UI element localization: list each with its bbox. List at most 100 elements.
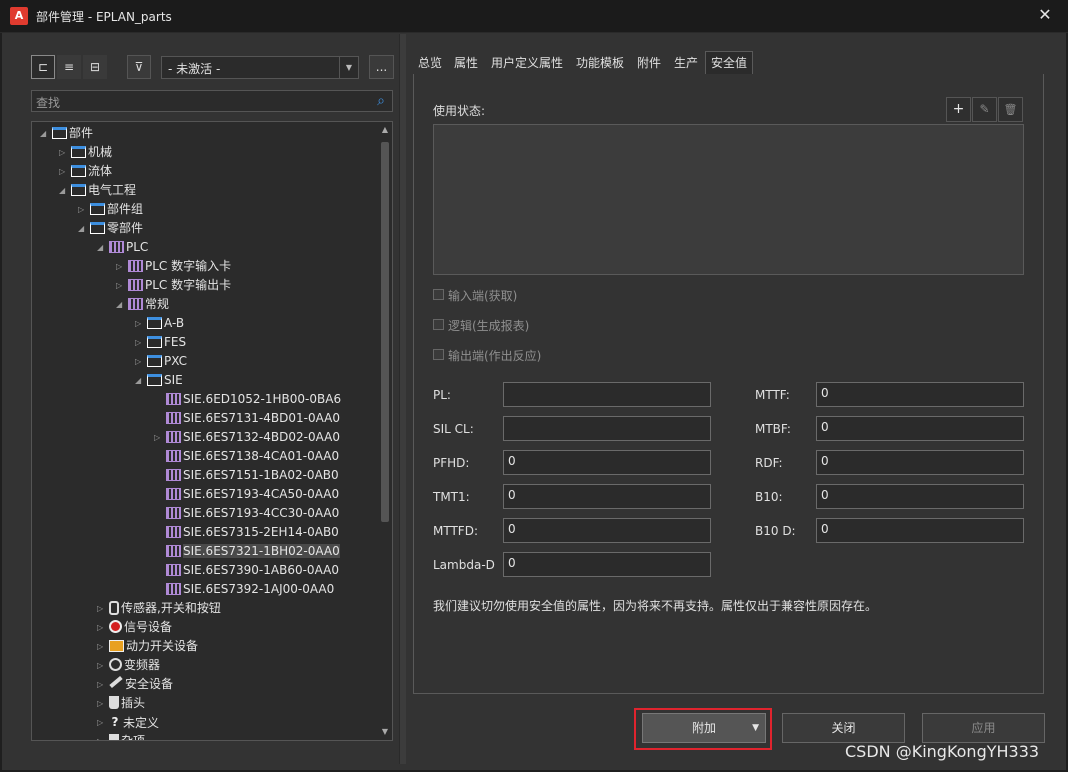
tree-node[interactable]: ▷ PXC xyxy=(135,352,187,371)
tree-node[interactable]: ▷ 传感器,开关和按钮 xyxy=(97,599,221,618)
expand-arrow-icon[interactable]: ▷ xyxy=(59,143,69,162)
collapse-arrow-icon[interactable]: ◢ xyxy=(97,238,107,257)
tree-node[interactable]: SIE.6ED1052-1HB00-0BA6 xyxy=(154,390,341,409)
tab-overview[interactable]: 总览 xyxy=(418,52,442,74)
b10d-field[interactable]: 0 xyxy=(816,518,1024,543)
expand-arrow-icon[interactable]: ▷ xyxy=(78,200,88,219)
parts-tree[interactable]: ◢ 部件 ▷ 机械 ▷ 流体 ◢ 电气工程 ▷ 部件组 ◢ 零部件 ◢ PLC ▷ PLC 数字输入卡 ▷ PLC… xyxy=(31,121,393,741)
input-checkbox[interactable]: 输入端(获取) xyxy=(433,287,733,303)
tree-node[interactable]: ◢ SIE xyxy=(135,371,183,390)
tree-node[interactable]: ▷ A-B xyxy=(135,314,184,333)
mttfd-field[interactable]: 0 xyxy=(503,518,711,543)
silcl-field[interactable] xyxy=(503,416,711,441)
expand-arrow-icon[interactable]: ▷ xyxy=(97,618,107,637)
expand-arrow-icon[interactable]: ▷ xyxy=(154,428,164,447)
tab-properties[interactable]: 属性 xyxy=(454,52,478,74)
tree-node[interactable]: ◢ 部件 xyxy=(40,124,93,143)
tab-function-templates[interactable]: 功能模板 xyxy=(576,52,624,74)
tab-attachments[interactable]: 附件 xyxy=(637,52,661,74)
pfhd-field[interactable]: 0 xyxy=(503,450,711,475)
tab-user-properties[interactable]: 用户定义属性 xyxy=(491,52,563,74)
panel-splitter[interactable] xyxy=(399,34,406,764)
search-icon[interactable]: ⌕ xyxy=(372,92,390,110)
search-input[interactable]: 查找 ⌕ xyxy=(31,90,393,112)
attach-button[interactable]: 附加 ▼ xyxy=(642,713,766,743)
mttf-field[interactable]: 0 xyxy=(816,382,1024,407)
collapse-arrow-icon[interactable]: ◢ xyxy=(116,295,126,314)
apply-button[interactable]: 应用 xyxy=(922,713,1045,743)
expand-arrow-icon[interactable]: ▷ xyxy=(97,599,107,618)
expand-arrow-icon[interactable]: ▷ xyxy=(97,675,107,694)
tree-scrollbar[interactable]: ▲ ▼ xyxy=(379,124,391,738)
tree-node[interactable]: ▷ PLC 数字输出卡 xyxy=(116,276,231,295)
expand-arrow-icon[interactable]: ▷ xyxy=(97,732,107,740)
expand-arrow-icon[interactable]: ▷ xyxy=(135,352,145,371)
tree-node[interactable]: ▷ 变频器 xyxy=(97,656,160,675)
tree-node[interactable]: ▷ 动力开关设备 xyxy=(97,637,198,656)
tree-node[interactable]: SIE.6ES7193-4CA50-0AA0 xyxy=(154,485,339,504)
collapse-arrow-icon[interactable]: ◢ xyxy=(40,124,50,143)
rdf-field[interactable]: 0 xyxy=(816,450,1024,475)
tree-node[interactable]: ▷ 机械 xyxy=(59,143,112,162)
tree-node[interactable]: ◢ PLC xyxy=(97,238,148,257)
tree-node[interactable]: ▷ 信号设备 xyxy=(97,618,172,637)
collapse-arrow-icon[interactable]: ◢ xyxy=(135,371,145,390)
chevron-down-icon[interactable]: ▼ xyxy=(339,57,358,78)
tab-safety-values[interactable]: 安全值 xyxy=(705,51,754,74)
scroll-thumb[interactable] xyxy=(381,142,389,522)
tree-node[interactable]: ▷ 部件组 xyxy=(78,200,143,219)
filter-select[interactable]: - 未激活 - ▼ xyxy=(161,56,359,79)
output-checkbox[interactable]: 输出端(作出反应) xyxy=(433,347,733,363)
checkbox-box[interactable] xyxy=(433,349,444,360)
tree-node[interactable]: SIE.6ES7392-1AJ00-0AA0 xyxy=(154,580,334,599)
edit-icon[interactable]: ✎ xyxy=(972,97,997,122)
pl-field[interactable] xyxy=(503,382,711,407)
tree-node[interactable]: ▷ 杂项 xyxy=(97,732,145,740)
close-window-button[interactable]: ✕ xyxy=(1030,2,1060,28)
tree-node[interactable]: ▷ SIE.6ES7132-4BD02-0AA0 xyxy=(154,428,340,447)
b10-field[interactable]: 0 xyxy=(816,484,1024,509)
tree-node[interactable]: SIE.6ES7151-1BA02-0AB0 xyxy=(154,466,339,485)
expand-arrow-icon[interactable]: ▷ xyxy=(97,694,107,713)
tree-node[interactable]: ▷ FES xyxy=(135,333,186,352)
tree-node[interactable]: ◢ 常规 xyxy=(116,295,169,314)
scroll-down-icon[interactable]: ▼ xyxy=(379,726,391,738)
tree-view-button[interactable]: ⊏ xyxy=(31,55,55,79)
add-icon[interactable]: + xyxy=(946,97,971,122)
checkbox-box[interactable] xyxy=(433,319,444,330)
tmt1-field[interactable]: 0 xyxy=(503,484,711,509)
tree-node[interactable]: ▷ PLC 数字输入卡 xyxy=(116,257,231,276)
expand-arrow-icon[interactable]: ▷ xyxy=(59,162,69,181)
expand-arrow-icon[interactable]: ▷ xyxy=(97,713,107,732)
dropdown-arrow-icon[interactable]: ▼ xyxy=(752,714,759,742)
usage-state-list[interactable] xyxy=(433,124,1024,275)
expand-arrow-icon[interactable]: ▷ xyxy=(116,276,126,295)
logic-checkbox[interactable]: 逻辑(生成报表) xyxy=(433,317,733,333)
tree-node[interactable]: ▷ 流体 xyxy=(59,162,112,181)
more-options-button[interactable]: ... xyxy=(369,55,394,79)
collapse-arrow-icon[interactable]: ◢ xyxy=(78,219,88,238)
tree-node[interactable]: ▷ 安全设备 xyxy=(97,675,173,694)
delete-icon[interactable]: 🗑 xyxy=(998,97,1023,122)
list-view-button[interactable]: ≡ xyxy=(57,55,81,79)
mtbf-field[interactable]: 0 xyxy=(816,416,1024,441)
tab-production[interactable]: 生产 xyxy=(674,52,698,74)
filter-icon[interactable]: ⊽ xyxy=(127,55,151,79)
expand-arrow-icon[interactable]: ▷ xyxy=(97,637,107,656)
scroll-up-icon[interactable]: ▲ xyxy=(379,124,391,136)
checkbox-box[interactable] xyxy=(433,289,444,300)
expand-arrow-icon[interactable]: ▷ xyxy=(116,257,126,276)
tree-node[interactable]: SIE.6ES7315-2EH14-0AB0 xyxy=(154,523,339,542)
lambda-field[interactable]: 0 xyxy=(503,552,711,577)
detail-view-button[interactable]: ⊟ xyxy=(83,55,107,79)
expand-arrow-icon[interactable]: ▷ xyxy=(135,333,145,352)
collapse-arrow-icon[interactable]: ◢ xyxy=(59,181,69,200)
close-button[interactable]: 关闭 xyxy=(782,713,905,743)
tree-node[interactable]: SIE.6ES7390-1AB60-0AA0 xyxy=(154,561,339,580)
tree-node[interactable]: ▷ 插头 xyxy=(97,694,145,713)
tree-node[interactable]: SIE.6ES7193-4CC30-0AA0 xyxy=(154,504,339,523)
tree-node[interactable]: ◢ 零部件 xyxy=(78,219,143,238)
tree-node[interactable]: ▷? 未定义 xyxy=(97,713,159,732)
tree-node[interactable]: SIE.6ES7321-1BH02-0AA0 xyxy=(154,542,340,561)
tree-node[interactable]: SIE.6ES7138-4CA01-0AA0 xyxy=(154,447,339,466)
